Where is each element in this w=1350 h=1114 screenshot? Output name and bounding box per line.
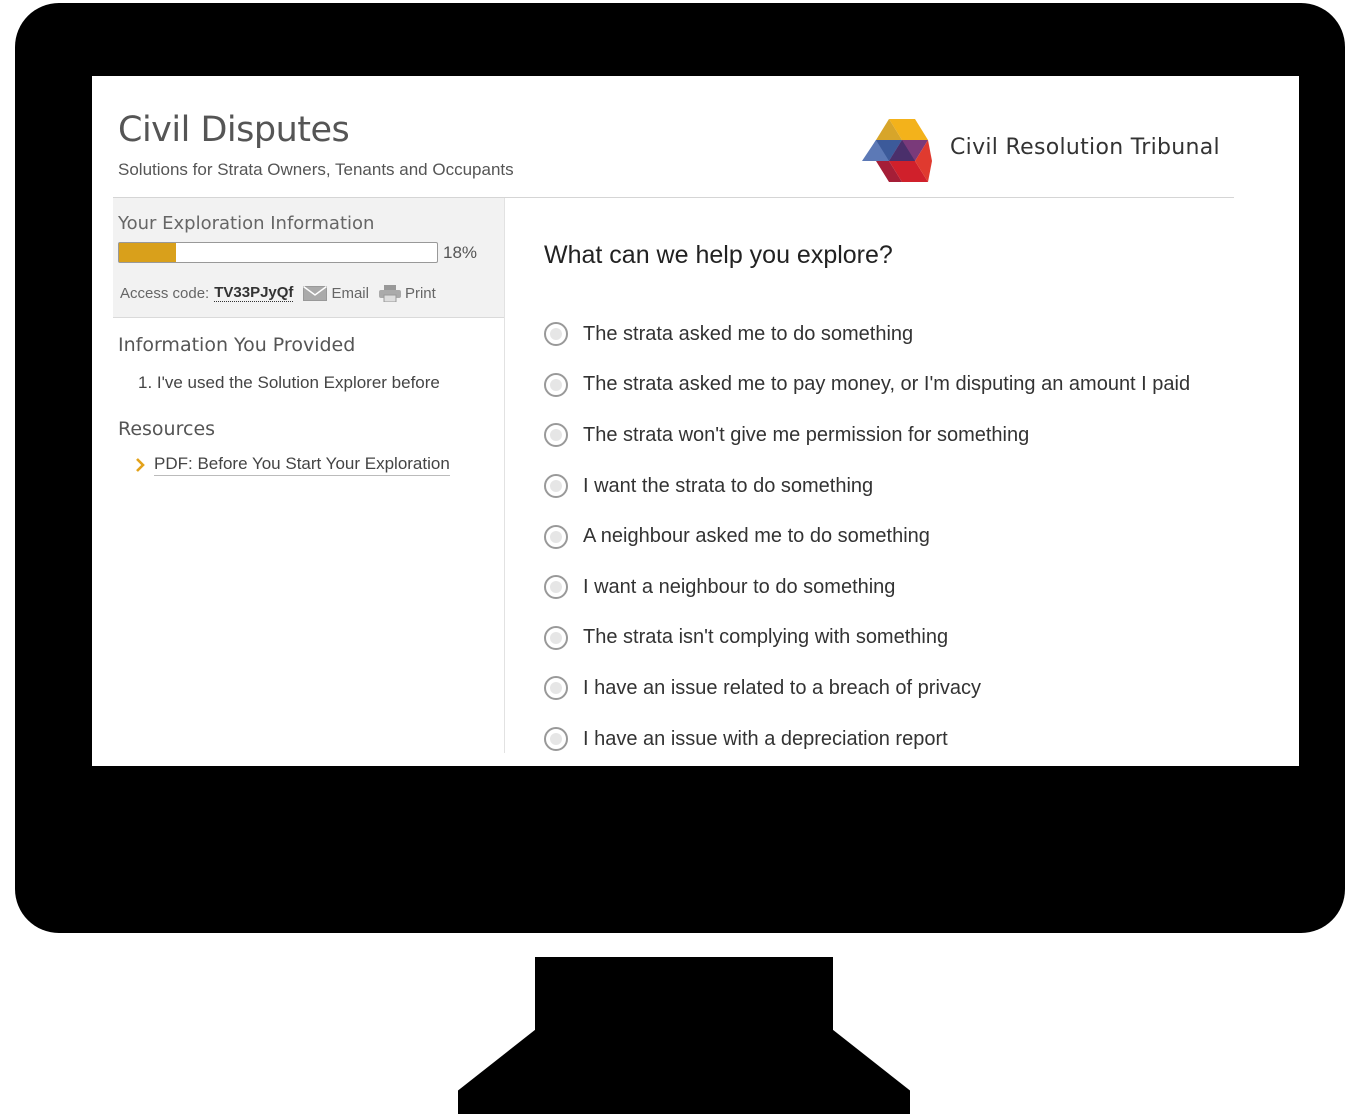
exploration-info-panel: Your Exploration Information 18% Access … bbox=[113, 198, 504, 318]
radio-icon[interactable] bbox=[544, 575, 568, 600]
chevron-right-icon bbox=[136, 458, 145, 472]
option-label: The strata asked me to pay money, or I'm… bbox=[583, 373, 1191, 396]
option-strata-asked-do[interactable]: The strata asked me to do something bbox=[544, 309, 1190, 360]
sidebar: Your Exploration Information 18% Access … bbox=[113, 198, 505, 753]
options-list: The strata asked me to do something The … bbox=[544, 309, 1190, 764]
print-link[interactable]: Print bbox=[378, 284, 436, 302]
monitor-bezel: Civil Disputes Solutions for Strata Owne… bbox=[15, 3, 1345, 933]
email-link[interactable]: Email bbox=[303, 285, 369, 302]
option-strata-not-complying[interactable]: The strata isn't complying with somethin… bbox=[544, 613, 1190, 664]
option-privacy-breach[interactable]: I have an issue related to a breach of p… bbox=[544, 663, 1190, 714]
option-neighbour-asked[interactable]: A neighbour asked me to do something bbox=[544, 511, 1190, 562]
option-label: I want a neighbour to do something bbox=[583, 575, 896, 598]
radio-icon[interactable] bbox=[544, 474, 568, 499]
email-icon bbox=[303, 285, 328, 301]
option-label: I have an issue with a depreciation repo… bbox=[583, 727, 948, 750]
page-title: Civil Disputes bbox=[118, 110, 350, 150]
radio-icon[interactable] bbox=[544, 625, 568, 650]
print-icon bbox=[378, 284, 401, 302]
option-label: The strata asked me to do something bbox=[583, 322, 914, 345]
progress-fill bbox=[119, 243, 177, 262]
provided-item: 1. I've used the Solution Explorer befor… bbox=[138, 373, 440, 392]
option-depreciation-report[interactable]: I have an issue with a depreciation repo… bbox=[544, 714, 1190, 765]
monitor-stand-base bbox=[458, 1030, 910, 1114]
radio-icon[interactable] bbox=[544, 322, 568, 347]
radio-icon[interactable] bbox=[544, 423, 568, 448]
option-label: The strata won't give me permission for … bbox=[583, 423, 1030, 446]
option-strata-asked-pay[interactable]: The strata asked me to pay money, or I'm… bbox=[544, 360, 1190, 411]
access-code-label: Access code: bbox=[120, 284, 210, 302]
radio-icon[interactable] bbox=[544, 524, 568, 549]
print-label: Print bbox=[404, 284, 436, 302]
radio-icon[interactable] bbox=[544, 676, 568, 701]
radio-icon[interactable] bbox=[544, 372, 568, 397]
option-want-strata-do[interactable]: I want the strata to do something bbox=[544, 461, 1190, 512]
progress-bar bbox=[118, 242, 438, 263]
page-subtitle: Solutions for Strata Owners, Tenants and… bbox=[118, 160, 514, 179]
provided-section-title: Information You Provided bbox=[118, 334, 356, 356]
radio-icon[interactable] bbox=[544, 727, 568, 752]
resource-link[interactable]: PDF: Before You Start Your Exploration bbox=[135, 454, 450, 476]
email-label: Email bbox=[331, 284, 369, 302]
access-code: TV33PJyQf bbox=[214, 284, 294, 302]
access-row: Access code: TV33PJyQf Email Print bbox=[120, 284, 436, 302]
option-want-neighbour-do[interactable]: I want a neighbour to do something bbox=[544, 562, 1190, 613]
progress-percent: 18% bbox=[443, 243, 478, 262]
question-heading: What can we help you explore? bbox=[544, 241, 893, 269]
exploration-info-title: Your Exploration Information bbox=[118, 213, 375, 234]
option-strata-permission[interactable]: The strata won't give me permission for … bbox=[544, 410, 1190, 461]
org-name: Civil Resolution Tribunal bbox=[950, 135, 1220, 160]
resource-link-label: PDF: Before You Start Your Exploration bbox=[154, 454, 450, 476]
screen: Civil Disputes Solutions for Strata Owne… bbox=[92, 76, 1299, 766]
option-label: I have an issue related to a breach of p… bbox=[583, 676, 982, 699]
option-label: I want the strata to do something bbox=[583, 474, 874, 497]
option-label: The strata isn't complying with somethin… bbox=[583, 626, 949, 649]
resources-section-title: Resources bbox=[118, 418, 216, 440]
option-label: A neighbour asked me to do something bbox=[583, 525, 930, 548]
crt-logo-icon bbox=[862, 119, 932, 182]
